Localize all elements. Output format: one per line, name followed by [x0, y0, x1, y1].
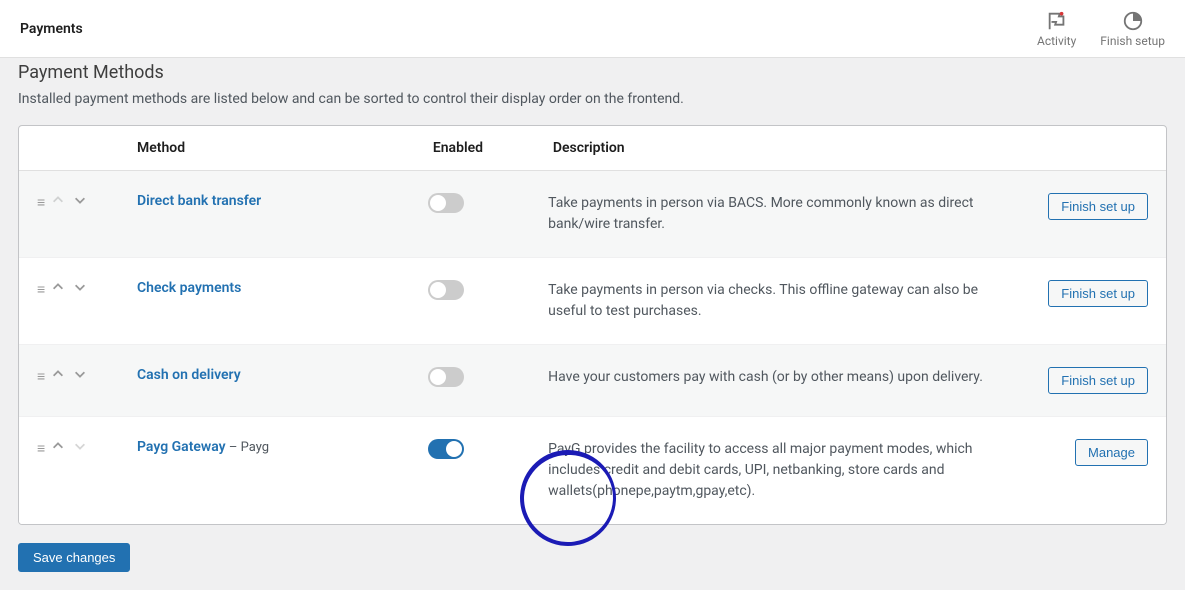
column-description: Description	[553, 140, 1008, 156]
action-cell: Manage	[1008, 439, 1148, 466]
method-cell: Check payments	[137, 280, 428, 296]
column-enabled: Enabled	[433, 140, 553, 156]
flag-icon	[1046, 10, 1068, 32]
action-cell: Finish set up	[1008, 193, 1148, 220]
method-link[interactable]: Direct bank transfer	[137, 193, 261, 209]
enabled-cell	[428, 193, 548, 213]
move-up-icon[interactable]	[51, 367, 65, 385]
finish-setup-label: Finish setup	[1100, 34, 1165, 48]
table-row: ≡ Cash on delivery Have your customers pay…	[19, 345, 1166, 417]
method-cell: Payg Gateway – Payg	[137, 439, 428, 455]
column-sort	[37, 140, 137, 156]
table-header-row: Method Enabled Description	[19, 126, 1166, 171]
finish-setup-button[interactable]: Finish set up	[1048, 193, 1148, 220]
description-cell: Take payments in person via BACS. More c…	[548, 193, 1008, 235]
progress-circle-icon	[1122, 10, 1144, 32]
sort-handles: ≡	[37, 367, 137, 385]
table-row: ≡ Check payments Take payments in person v…	[19, 258, 1166, 345]
method-suffix: – Payg	[226, 440, 269, 455]
move-down-icon[interactable]	[73, 280, 87, 298]
enable-toggle[interactable]	[428, 193, 464, 213]
finish-setup-button[interactable]: Finish set up	[1048, 367, 1148, 394]
method-cell: Direct bank transfer	[137, 193, 428, 209]
page-title: Payments	[20, 21, 83, 37]
finish-setup-button[interactable]: Finish set up	[1048, 280, 1148, 307]
content-area: Payment Methods Installed payment method…	[0, 62, 1185, 590]
move-up-icon[interactable]	[51, 280, 65, 298]
enabled-cell	[428, 439, 548, 459]
drag-handle-icon[interactable]: ≡	[37, 194, 43, 211]
sort-handles: ≡	[37, 193, 137, 211]
description-cell: Take payments in person via checks. This…	[548, 280, 1008, 322]
move-up-icon[interactable]	[51, 439, 65, 457]
move-down-icon[interactable]	[73, 439, 87, 457]
payment-methods-table: Method Enabled Description ≡ Direct bank …	[18, 125, 1167, 525]
table-row: ≡ Direct bank transfer Take payments in pe…	[19, 171, 1166, 258]
move-down-icon[interactable]	[73, 193, 87, 211]
enabled-cell	[428, 280, 548, 300]
column-method: Method	[137, 140, 433, 156]
save-changes-button[interactable]: Save changes	[18, 543, 130, 572]
finish-setup-button[interactable]: Finish setup	[1100, 10, 1165, 48]
drag-handle-icon[interactable]: ≡	[37, 281, 43, 298]
action-cell: Finish set up	[1008, 367, 1148, 394]
method-link[interactable]: Payg Gateway	[137, 439, 226, 455]
description-cell: PayG provides the facility to access all…	[548, 439, 1008, 502]
section-description: Installed payment methods are listed bel…	[18, 91, 1167, 107]
enable-toggle[interactable]	[428, 367, 464, 387]
move-down-icon[interactable]	[73, 367, 87, 385]
enable-toggle[interactable]	[428, 439, 464, 459]
manage-button[interactable]: Manage	[1075, 439, 1148, 466]
top-bar-actions: Activity Finish setup	[1037, 10, 1165, 48]
enable-toggle[interactable]	[428, 280, 464, 300]
table-row: ≡ Payg Gateway – Payg PayG provides the fa…	[19, 417, 1166, 524]
sort-handles: ≡	[37, 439, 137, 457]
move-up-icon[interactable]	[51, 193, 65, 211]
method-link[interactable]: Cash on delivery	[137, 367, 241, 383]
drag-handle-icon[interactable]: ≡	[37, 440, 43, 457]
activity-label: Activity	[1037, 34, 1076, 48]
description-cell: Have your customers pay with cash (or by…	[548, 367, 1008, 388]
method-cell: Cash on delivery	[137, 367, 428, 383]
enabled-cell	[428, 367, 548, 387]
action-cell: Finish set up	[1008, 280, 1148, 307]
top-bar: Payments Activity Finish setup	[0, 0, 1185, 58]
save-row: Save changes	[18, 543, 1167, 572]
method-link[interactable]: Check payments	[137, 280, 241, 296]
sort-handles: ≡	[37, 280, 137, 298]
section-title: Payment Methods	[18, 62, 1167, 83]
column-action	[1008, 140, 1148, 156]
activity-button[interactable]: Activity	[1037, 10, 1076, 48]
drag-handle-icon[interactable]: ≡	[37, 368, 43, 385]
